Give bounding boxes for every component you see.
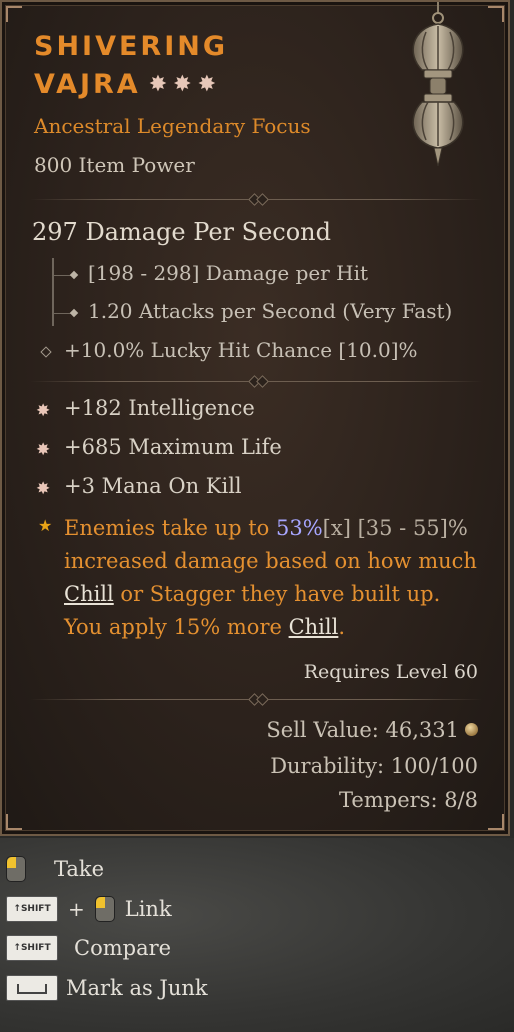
greater-affix-icon: ✸ [36,401,51,421]
frame-corner [6,814,22,830]
affix-maximum-life: +685 Maximum Life [64,435,282,459]
item-name-line-2: VAJRA [34,69,141,100]
frame-corner [488,6,504,22]
section-divider [30,193,482,206]
legendary-star-icon: ★ [38,516,53,535]
durability: Durability: 100/100 [270,754,478,778]
item-power: 800 Item Power [34,153,195,177]
mark-junk-action[interactable]: Mark as Junk [6,971,208,1005]
greater-affix-icon: ✸ [36,440,51,460]
affix-mana-on-kill: +3 Mana On Kill [64,474,242,498]
link-label: Link [124,897,172,921]
diamond-bullet-icon [69,270,79,280]
implicit-lucky-hit: +10.0% Lucky Hit Chance [10.0]% [64,338,418,362]
keyword-chill-link[interactable]: Chill [64,582,114,606]
gold-coin-icon [465,723,478,736]
section-divider [30,375,482,388]
keyword-chill-link[interactable]: Chill [289,615,339,639]
frame-corner [6,6,22,22]
item-tooltip: SHIVERING VAJRA ✸✸✸ Ancestral Legendary F… [0,0,510,836]
attack-speed: 1.20 Attacks per Second (Very Fast) [54,299,452,323]
greater-affix-icon: ✸ [36,479,51,499]
take-action[interactable]: Take [6,852,104,886]
diamond-bullet-icon [69,308,79,318]
section-divider [30,693,482,706]
stat-tree-line [52,258,54,326]
item-rarity-type: Ancestral Legendary Focus [34,114,311,138]
left-mouse-icon [6,856,26,882]
spacebar-key-icon [6,975,58,1001]
compare-action[interactable]: ↑ SHIFT Compare [6,931,171,965]
greater-affix-icons: ✸✸✸ [148,72,223,97]
damage-per-hit: [198 - 298] Damage per Hit [54,261,368,285]
plus-icon: + [68,897,85,921]
controls-panel: Take ↑ SHIFT + Link ↑ SHIFT Compare Mark a… [0,838,514,1032]
implicit-diamond-icon [40,346,52,358]
mark-junk-label: Mark as Junk [66,976,208,1000]
item-name-line-1: SHIVERING [34,31,229,62]
required-level: Requires Level 60 [303,661,478,683]
legendary-power-text: Enemies take up to 53%[x] [35 - 55]% inc… [64,516,477,639]
tempers: Tempers: 8/8 [339,788,478,812]
shift-key-icon: ↑ SHIFT [6,896,58,922]
left-mouse-icon [94,896,115,922]
sell-value: Sell Value: 46,331 [266,718,478,742]
affix-intelligence: +182 Intelligence [64,396,255,420]
frame-corner [488,814,504,830]
take-label: Take [54,857,105,881]
item-name: SHIVERING VAJRA ✸✸✸ [34,28,228,104]
link-action[interactable]: ↑ SHIFT + Link [6,892,172,926]
legendary-value: 53% [275,516,323,540]
compare-label: Compare [74,936,172,960]
shift-key-icon: ↑ SHIFT [6,935,58,961]
vajra-item-icon [412,2,464,167]
damage-per-second: 297 Damage Per Second [32,218,331,246]
